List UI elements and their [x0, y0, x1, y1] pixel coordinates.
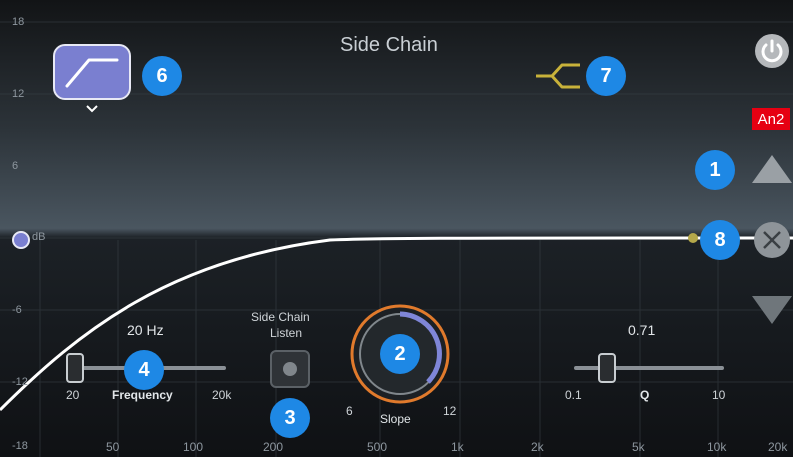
slope-min-label: 6 — [346, 404, 353, 418]
eq-panel: 18 12 6 dB -6 -12 -18 50 100 200 500 1k … — [0, 0, 793, 457]
x-tick: 10k — [707, 440, 727, 454]
q-slider-track[interactable] — [574, 366, 724, 370]
side-chain-listen-label-1: Side Chain — [251, 310, 310, 324]
slope-max-label: 12 — [443, 404, 457, 418]
callout-badge-3: 3 — [270, 398, 310, 438]
side-chain-listen-label-2: Listen — [270, 326, 303, 340]
q-min-label: 0.1 — [565, 388, 582, 402]
gain-handle[interactable] — [12, 231, 30, 249]
x-tick: 50 — [106, 440, 120, 454]
slope-label: Slope — [380, 412, 411, 426]
x-tick: 1k — [451, 440, 464, 454]
triangle-up-icon[interactable] — [752, 155, 792, 183]
sidechain-connector-icon[interactable] — [534, 62, 584, 90]
y-tick: -6 — [12, 304, 22, 316]
curve-end-handle[interactable] — [688, 233, 698, 243]
q-max-label: 10 — [712, 388, 726, 402]
callout-badge-4: 4 — [124, 350, 164, 390]
y-tick: 6 — [12, 160, 19, 172]
q-label: Q — [640, 388, 650, 402]
x-tick: 5k — [632, 440, 645, 454]
frequency-label: Frequency — [112, 388, 173, 402]
close-icon — [763, 231, 781, 249]
callout-badge-6: 6 — [142, 56, 182, 96]
y-tick: 12 — [12, 88, 25, 100]
triangle-down-icon[interactable] — [752, 296, 792, 324]
power-button[interactable] — [755, 34, 789, 68]
q-slider-thumb[interactable] — [598, 353, 616, 383]
x-tick: 20k — [768, 440, 788, 454]
page-title: Side Chain — [340, 34, 438, 56]
filter-type-button[interactable] — [53, 44, 131, 100]
frequency-value: 20 Hz — [127, 322, 164, 338]
chevron-down-icon[interactable] — [85, 102, 99, 116]
y-tick: 18 — [12, 16, 25, 28]
x-tick: 500 — [367, 440, 388, 454]
side-chain-listen-button[interactable] — [270, 350, 310, 388]
callout-badge-8: 8 — [700, 220, 740, 260]
frequency-min-label: 20 — [66, 388, 80, 402]
callout-badge-1: 1 — [695, 150, 735, 190]
x-tick: 200 — [263, 440, 284, 454]
power-icon — [761, 39, 783, 63]
y-tick: -18 — [12, 440, 28, 452]
y-tick: -12 — [12, 376, 28, 388]
q-value: 0.71 — [628, 322, 656, 338]
frequency-slider-thumb[interactable] — [66, 353, 84, 383]
y-tick: dB — [32, 231, 46, 243]
channel-badge: An2 — [752, 108, 790, 130]
x-tick: 100 — [183, 440, 204, 454]
listen-indicator-icon — [283, 362, 297, 376]
frequency-max-label: 20k — [212, 388, 232, 402]
high-pass-filter-icon — [65, 58, 119, 88]
callout-badge-2: 2 — [380, 334, 420, 374]
remove-button[interactable] — [754, 222, 790, 258]
x-tick: 2k — [531, 440, 544, 454]
callout-badge-7: 7 — [586, 56, 626, 96]
